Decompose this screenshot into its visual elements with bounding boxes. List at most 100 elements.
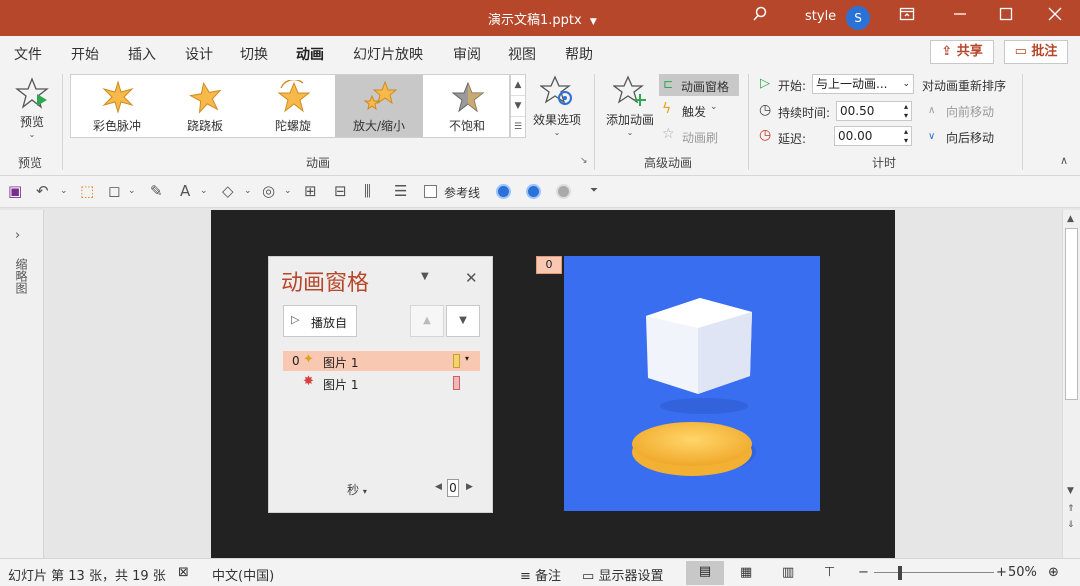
font-color-icon[interactable]: A	[180, 182, 190, 200]
scroll-down-button[interactable]: ▼	[1067, 486, 1074, 496]
gallery-item-desaturate[interactable]: 不饱和	[423, 75, 511, 137]
gallery-scroll-up-button[interactable]: ▲	[511, 75, 525, 96]
circle-icon[interactable]	[496, 184, 511, 199]
add-animation-button[interactable]: 添加动画 ⌄	[602, 74, 658, 146]
next-slide-icon[interactable]: ⇓	[1067, 520, 1075, 530]
pane-options-icon[interactable]: ▼	[421, 271, 429, 282]
distribute-icon[interactable]: ⫼	[364, 182, 371, 200]
document-title[interactable]: 演示文稿1.pptx ▼	[488, 9, 597, 28]
expand-icon[interactable]: ›	[15, 228, 20, 243]
scroll-up-button[interactable]: ▲	[1067, 214, 1074, 224]
zoom-slider-thumb[interactable]	[898, 566, 902, 580]
slideshow-icon[interactable]: ⊤	[824, 565, 835, 580]
circle-icon[interactable]	[556, 184, 571, 199]
timing-bar[interactable]	[453, 376, 460, 390]
animation-painter-button[interactable]: ☆ 动画刷	[662, 126, 732, 146]
effect-options-button[interactable]: 效果选项 ⌄	[528, 74, 586, 146]
tab-file[interactable]: 文件	[14, 44, 42, 64]
normal-view-button[interactable]: ▤	[686, 561, 724, 585]
thumbnail-pane-label[interactable]: 缩略图	[13, 258, 30, 294]
vertical-scrollbar[interactable]: ▲ ▼ ⇑ ⇓	[1062, 210, 1080, 558]
scroll-thumb[interactable]	[1065, 228, 1078, 400]
tab-design[interactable]: 设计	[185, 44, 213, 64]
close-icon[interactable]	[1048, 6, 1062, 28]
zoom-slider[interactable]	[874, 572, 994, 573]
gallery-item-color-pulse[interactable]: 彩色脉冲	[73, 75, 161, 137]
maximize-icon[interactable]	[999, 6, 1013, 28]
circle-icon[interactable]	[526, 184, 541, 199]
move-up-button[interactable]: ▲	[410, 305, 444, 337]
ribbon-display-icon[interactable]	[899, 6, 915, 28]
gallery-item-teeter[interactable]: 跷跷板	[161, 75, 249, 137]
guides-checkbox[interactable]	[424, 185, 437, 198]
user-name[interactable]: style	[805, 9, 836, 24]
notes-button[interactable]: ≡ 备注	[520, 565, 561, 584]
zoom-in-icon[interactable]: +	[996, 565, 1007, 580]
spinner-icon[interactable]: ▴ ▾	[904, 102, 908, 120]
display-settings-button[interactable]: ▭ 显示器设置	[582, 565, 663, 584]
move-later-button[interactable]: ∨ 向后移动	[928, 128, 1008, 146]
chevron-down-icon[interactable]: ▾	[465, 354, 469, 363]
move-down-button[interactable]: ▼	[446, 305, 480, 337]
language-indicator[interactable]: 中文(中国)	[212, 565, 274, 584]
gallery-item-grow-shrink[interactable]: 放大/缩小	[335, 75, 423, 137]
trigger-button[interactable]: ϟ 触发 ⌄	[662, 100, 732, 120]
tab-home[interactable]: 开始	[71, 44, 99, 64]
tab-review[interactable]: 审阅	[453, 44, 481, 64]
align-center-icon[interactable]: ⊞	[304, 182, 317, 200]
timing-bar[interactable]	[453, 354, 460, 368]
tab-view[interactable]: 视图	[508, 44, 536, 64]
avatar[interactable]: S	[846, 6, 870, 30]
reading-view-icon[interactable]: ▥	[782, 565, 794, 580]
slide-picture[interactable]	[564, 256, 820, 511]
chevron-left-icon[interactable]: ◀	[435, 482, 442, 492]
fill-color-icon[interactable]: ◇	[222, 182, 234, 200]
fit-to-window-icon[interactable]: ⊕	[1048, 565, 1059, 580]
collapse-ribbon-icon[interactable]: ∧	[1060, 154, 1068, 167]
select-icon[interactable]: ⬚	[80, 182, 94, 200]
play-from-button[interactable]: ▷ 播放自	[283, 305, 357, 337]
chevron-down-icon[interactable]: ⌄	[200, 186, 208, 196]
slide-counter[interactable]: 幻灯片 第 13 张，共 19 张	[8, 565, 166, 584]
chevron-down-icon[interactable]: ⌄	[284, 186, 292, 196]
chevron-down-icon[interactable]: ⌄	[60, 186, 68, 196]
slide-sorter-icon[interactable]: ▦	[740, 565, 752, 580]
search-icon[interactable]	[752, 6, 768, 28]
accessibility-icon[interactable]: ⊠	[178, 565, 189, 580]
undo-icon[interactable]: ↶	[36, 182, 49, 200]
gallery-scroll-down-button[interactable]: ▼	[511, 96, 525, 117]
share-button[interactable]: ⇪ 共享	[930, 40, 994, 64]
animation-pane-button[interactable]: ⊏ 动画窗格	[659, 74, 739, 96]
animation-tag[interactable]: 0	[536, 256, 562, 274]
start-select[interactable]: 与上一动画... ⌄	[812, 74, 914, 94]
format-painter-icon[interactable]: ✎	[150, 182, 163, 200]
tab-insert[interactable]: 插入	[128, 44, 156, 64]
minimize-icon[interactable]	[953, 6, 967, 28]
merge-shapes-icon[interactable]: ◎	[262, 182, 275, 200]
tab-animations[interactable]: 动画	[296, 44, 324, 72]
tab-slideshow[interactable]: 幻灯片放映	[353, 44, 423, 64]
gallery-item-spin[interactable]: 陀螺旋	[249, 75, 337, 137]
animation-list-item[interactable]: 0 ✦ 图片 1 ▾	[283, 351, 480, 371]
shape-icon[interactable]: ◻	[108, 182, 120, 200]
duration-input[interactable]: 00.50 ▴ ▾	[836, 101, 912, 121]
close-icon[interactable]: ✕	[465, 269, 478, 287]
customize-qat-icon[interactable]: ⏷	[590, 185, 598, 196]
chevron-down-icon[interactable]: ⌄	[128, 186, 136, 196]
animation-list-item[interactable]: ✸ 图片 1	[283, 373, 480, 393]
timeline-seconds[interactable]: 秒 ▾	[347, 481, 367, 498]
comment-button[interactable]: ▭ 批注	[1004, 40, 1068, 64]
move-earlier-button[interactable]: ∧ 向前移动	[928, 102, 1008, 120]
zoom-out-icon[interactable]: −	[858, 565, 869, 580]
dialog-launcher-icon[interactable]: ↘	[580, 156, 588, 166]
align-middle-icon[interactable]: ⊟	[334, 182, 347, 200]
spinner-icon[interactable]: ▴ ▾	[904, 127, 908, 145]
zoom-level[interactable]: 50%	[1008, 565, 1037, 580]
tab-transitions[interactable]: 切换	[240, 44, 268, 64]
save-icon[interactable]: ▣	[8, 182, 22, 200]
preview-button[interactable]: 预览 ⌄	[10, 74, 54, 144]
tab-help[interactable]: 帮助	[565, 44, 593, 64]
distribute-vertical-icon[interactable]: ☰	[394, 182, 407, 200]
chevron-down-icon[interactable]: ⌄	[244, 186, 252, 196]
chevron-right-icon[interactable]: ▶	[466, 482, 473, 492]
